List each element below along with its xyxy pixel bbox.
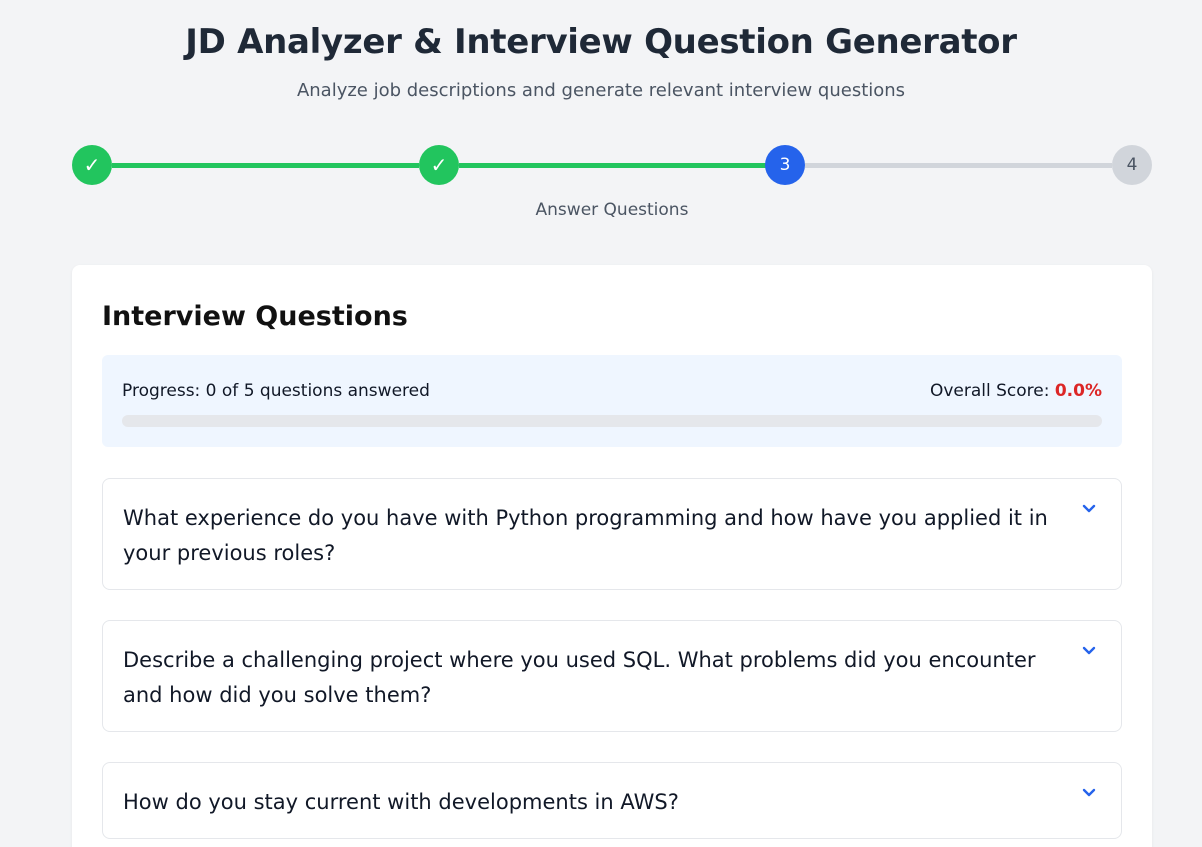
question-text: Describe a challenging project where you… — [123, 648, 1036, 707]
step-2-check-icon: ✓ — [419, 145, 459, 185]
step-3-current: 3 — [765, 145, 805, 185]
page-subtitle: Analyze job descriptions and generate re… — [296, 80, 906, 101]
step-connector — [459, 163, 766, 168]
page: JD Analyzer & Interview Question Generat… — [0, 0, 1202, 847]
chevron-down-icon[interactable] — [1081, 645, 1097, 657]
step-connector — [805, 163, 1112, 168]
chevron-down-icon[interactable] — [1081, 503, 1097, 515]
stepper: ✓ ✓ 3 4 — [72, 145, 1152, 185]
chevron-down-icon[interactable] — [1081, 787, 1097, 799]
step-connector — [112, 163, 419, 168]
score-label: Overall Score: — [929, 381, 1050, 401]
current-step-label: Answer Questions — [535, 200, 689, 220]
interview-questions-card: Interview Questions Progress: 0 of 5 que… — [72, 265, 1152, 847]
progress-text: Progress: 0 of 5 questions answered — [122, 381, 430, 401]
page-title: JD Analyzer & Interview Question Generat… — [185, 22, 1017, 62]
question-item[interactable]: How do you stay current with development… — [102, 762, 1122, 839]
question-text: How do you stay current with development… — [123, 790, 679, 814]
progress-bar — [122, 415, 1102, 427]
score-value: 0.0% — [1054, 381, 1102, 401]
question-text: What experience do you have with Python … — [123, 506, 1048, 565]
step-1-check-icon: ✓ — [72, 145, 112, 185]
question-item[interactable]: Describe a challenging project where you… — [102, 620, 1122, 732]
card-title: Interview Questions — [102, 301, 408, 332]
overall-score: Overall Score: 0.0% — [930, 381, 1102, 401]
step-4-pending: 4 — [1112, 145, 1152, 185]
question-item[interactable]: What experience do you have with Python … — [102, 478, 1122, 590]
progress-panel: Progress: 0 of 5 questions answered Over… — [102, 355, 1122, 447]
